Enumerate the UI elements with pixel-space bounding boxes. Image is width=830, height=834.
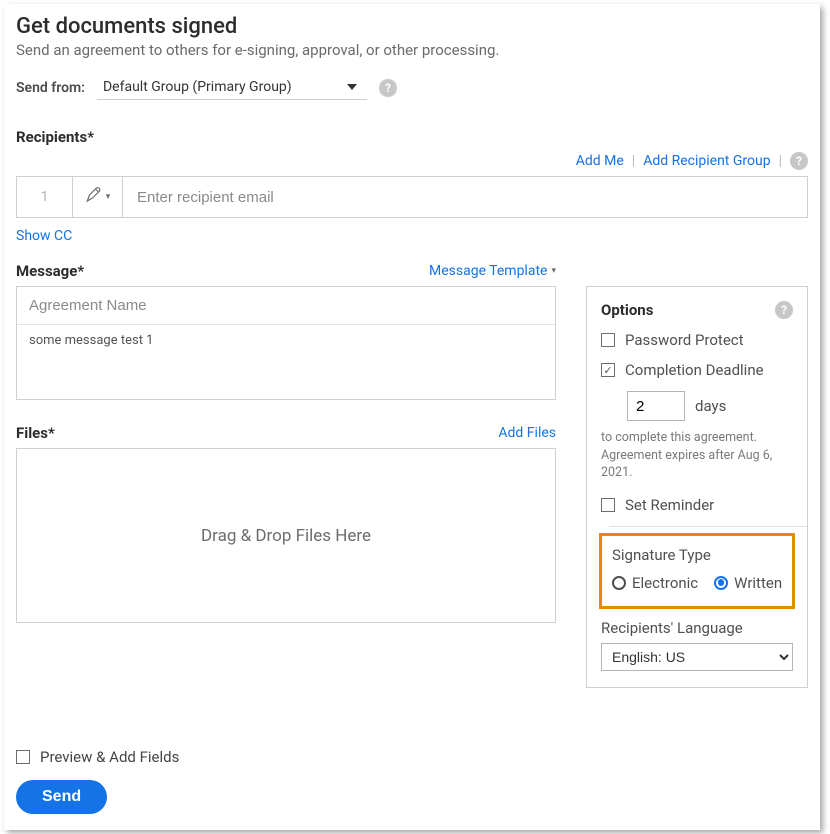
help-icon[interactable] xyxy=(790,152,808,170)
signature-type-label: Signature Type xyxy=(612,546,782,564)
help-icon[interactable] xyxy=(775,301,793,319)
left-column: Message* Message Template ▾ some message… xyxy=(16,262,556,623)
add-me-link[interactable]: Add Me xyxy=(576,153,624,169)
recipient-role-dropdown[interactable]: ▾ xyxy=(73,177,123,217)
deadline-hint-line2: Agreement expires after Aug 6, 2021. xyxy=(601,448,772,481)
send-from-label: Send from: xyxy=(16,80,85,96)
electronic-label: Electronic xyxy=(632,574,698,592)
signature-type-radios: Electronic Written xyxy=(612,574,782,592)
message-label: Message* xyxy=(16,262,84,280)
options-panel: Options Password Protect Completion Dead… xyxy=(586,286,808,688)
recipient-row: 1 ▾ xyxy=(16,176,808,218)
signature-written-radio[interactable]: Written xyxy=(714,574,782,592)
deadline-days-label: days xyxy=(695,397,726,415)
recipients-label: Recipients* xyxy=(16,128,808,146)
deadline-hint-line1: to complete this agreement. xyxy=(601,430,757,445)
recipient-actions: Add Me | Add Recipient Group | xyxy=(16,152,808,170)
checkbox-icon xyxy=(601,498,615,512)
send-from-select[interactable]: Default Group (Primary Group) xyxy=(97,75,367,100)
page-subtitle: Send an agreement to others for e-signin… xyxy=(16,41,808,59)
add-recipient-group-link[interactable]: Add Recipient Group xyxy=(643,153,770,169)
files-header: Files* Add Files xyxy=(16,424,556,442)
written-label: Written xyxy=(734,574,782,592)
preview-label: Preview & Add Fields xyxy=(40,748,179,766)
send-from-row: Send from: Default Group (Primary Group) xyxy=(16,75,808,100)
files-dropzone[interactable]: Drag & Drop Files Here xyxy=(16,448,556,623)
right-column: Options Password Protect Completion Dead… xyxy=(586,262,808,688)
completion-deadline-label: Completion Deadline xyxy=(625,361,764,379)
agreement-name-input[interactable] xyxy=(17,287,555,325)
signature-type-highlight: Signature Type Electronic Written xyxy=(599,533,795,609)
dropzone-text: Drag & Drop Files Here xyxy=(201,526,371,546)
deadline-hint: to complete this agreement. Agreement ex… xyxy=(601,429,793,482)
files-label: Files* xyxy=(16,424,55,442)
deadline-days-input[interactable] xyxy=(627,391,685,421)
checkbox-icon xyxy=(601,363,615,377)
options-title: Options xyxy=(601,301,653,319)
chevron-down-icon: ▾ xyxy=(551,266,556,276)
checkbox-icon xyxy=(16,750,30,764)
set-reminder-label: Set Reminder xyxy=(625,496,714,514)
main-columns: Message* Message Template ▾ some message… xyxy=(16,262,808,688)
divider: | xyxy=(632,153,635,169)
set-reminder-checkbox[interactable]: Set Reminder xyxy=(601,496,793,514)
show-cc-link[interactable]: Show CC xyxy=(16,228,808,244)
message-header: Message* Message Template ▾ xyxy=(16,262,556,280)
deadline-days-row: days xyxy=(627,391,793,421)
radio-icon xyxy=(612,576,626,590)
options-header: Options xyxy=(601,301,793,319)
send-agreement-page: Get documents signed Send an agreement t… xyxy=(4,4,820,830)
recipient-email-input[interactable] xyxy=(123,177,807,217)
message-template-text: Message Template xyxy=(429,263,547,279)
password-protect-checkbox[interactable]: Password Protect xyxy=(601,331,793,349)
preview-add-fields-checkbox[interactable]: Preview & Add Fields xyxy=(16,748,808,766)
signature-electronic-radio[interactable]: Electronic xyxy=(612,574,698,592)
divider: | xyxy=(779,153,782,169)
separator xyxy=(609,526,807,527)
recipients-language-select[interactable]: English: US xyxy=(601,643,793,671)
add-files-link[interactable]: Add Files xyxy=(498,425,556,441)
recipient-number: 1 xyxy=(17,177,73,217)
checkbox-icon xyxy=(601,333,615,347)
completion-deadline-checkbox[interactable]: Completion Deadline xyxy=(601,361,793,379)
send-button[interactable]: Send xyxy=(16,780,107,814)
message-box: some message test 1 xyxy=(16,286,556,400)
pen-icon xyxy=(85,186,103,208)
page-title: Get documents signed xyxy=(16,14,808,39)
send-from-value: Default Group (Primary Group) xyxy=(103,79,292,95)
radio-icon xyxy=(714,576,728,590)
recipients-language-label: Recipients' Language xyxy=(601,619,793,637)
help-icon[interactable] xyxy=(379,79,397,97)
message-body-textarea[interactable]: some message test 1 xyxy=(17,325,555,395)
message-template-link[interactable]: Message Template ▾ xyxy=(429,263,556,279)
password-protect-label: Password Protect xyxy=(625,331,744,349)
chevron-down-icon: ▾ xyxy=(106,192,111,202)
